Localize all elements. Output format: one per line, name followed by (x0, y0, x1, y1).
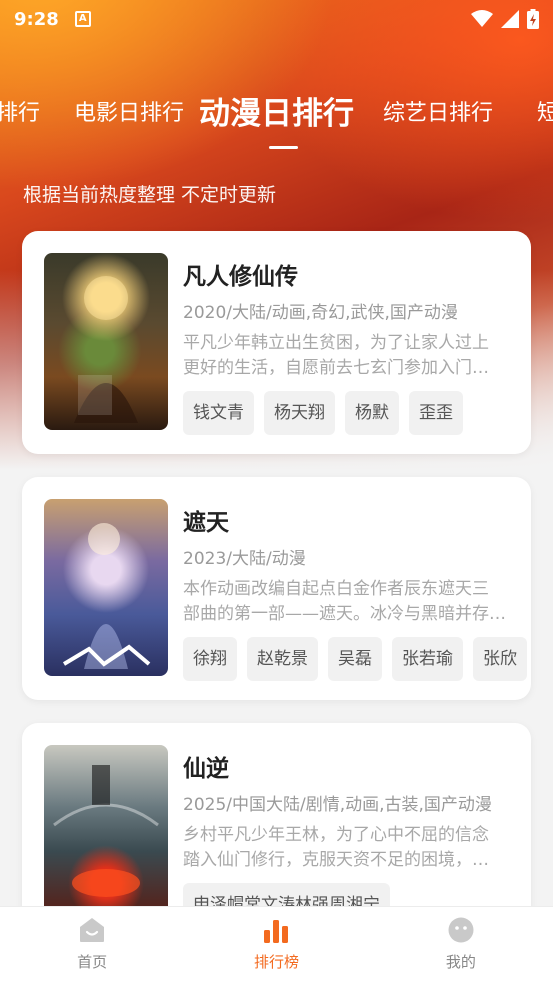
cast-tag[interactable]: 杨默 (345, 391, 399, 435)
poster-art (62, 523, 151, 669)
item-title: 遮天 (183, 510, 229, 536)
description-line: 本作动画改编自起点白金作者辰东遮天三 (183, 579, 489, 599)
cast-tags: 钱文青 杨天翔 杨默 歪歪 (183, 391, 463, 435)
item-meta: 2023/大陆/动漫 (183, 549, 306, 569)
cast-tag[interactable]: 钱文青 (183, 391, 254, 435)
nav-home[interactable]: 首页 (0, 907, 184, 984)
bottom-navigation: 首页 排行榜 我的 (0, 906, 553, 984)
nav-profile[interactable]: 我的 (369, 907, 553, 984)
item-description: 平凡少年韩立出生贫困，为了让家人过上 更好的生活，自愿前去七玄门参加入门… (183, 331, 509, 381)
ranking-subtitle: 根据当前热度整理 不定时更新 (23, 184, 277, 206)
item-meta: 2025/中国大陆/剧情,动画,古装,国产动漫 (183, 795, 492, 815)
cast-tag[interactable]: 杨天翔 (264, 391, 335, 435)
tab-variety-daily[interactable]: 综艺日排行 (383, 92, 493, 136)
poster-image (44, 253, 168, 430)
wifi-icon (471, 10, 493, 27)
ranking-icon (264, 920, 289, 943)
poster-art (53, 765, 159, 897)
signal-icon (501, 10, 519, 28)
description-line: 平凡少年韩立出生贫困，为了让家人过上 (183, 333, 489, 353)
notification-a-icon: A (74, 11, 91, 27)
tab-movie-daily[interactable]: 电影日排行 (74, 92, 184, 136)
cast-tag[interactable]: 张欣 (473, 637, 527, 681)
cast-tag[interactable]: 赵乾景 (247, 637, 318, 681)
item-title: 仙逆 (183, 756, 229, 782)
status-bar: 9:28 A (0, 0, 553, 38)
poster-art (74, 276, 138, 423)
cast-tags: 徐翔 赵乾景 吴磊 张若瑜 张欣 (183, 637, 527, 681)
cast-tag[interactable]: 吴磊 (328, 637, 382, 681)
cast-tag[interactable]: 歪歪 (409, 391, 463, 435)
tab-anime-daily[interactable]: 动漫日排行 (199, 92, 354, 136)
list-item[interactable]: 遮天 2023/大陆/动漫 本作动画改编自起点白金作者辰东遮天三 部曲的第一部—… (22, 477, 531, 700)
item-description: 本作动画改编自起点白金作者辰东遮天三 部曲的第一部——遮天。冰冷与黑暗并存… (183, 577, 509, 627)
nav-home-label: 首页 (77, 953, 108, 971)
cast-tag[interactable]: 徐翔 (183, 637, 237, 681)
item-meta: 2020/大陆/动画,奇幻,武侠,国产动漫 (183, 303, 458, 323)
list-item[interactable]: 凡人修仙传 2020/大陆/动画,奇幻,武侠,国产动漫 平凡少年韩立出生贫困，为… (22, 231, 531, 454)
ranking-tabs: 排行 电影日排行 动漫日排行 综艺日排行 短 (0, 92, 553, 140)
tab-partial-right[interactable]: 短 (537, 92, 553, 136)
description-line: 更好的生活，自愿前去七玄门参加入门… (183, 358, 489, 378)
description-line: 踏入仙门修行，克服天资不足的困境，… (183, 850, 489, 870)
nav-profile-label: 我的 (445, 953, 476, 971)
description-line: 乡村平凡少年王林，为了心中不屈的信念 (183, 825, 489, 845)
poster-image (44, 745, 168, 922)
status-time: 9:28 (14, 8, 59, 30)
home-icon (80, 918, 105, 942)
battery-icon (527, 9, 539, 29)
tab-partial-left[interactable]: 排行 (0, 92, 40, 136)
nav-ranking[interactable]: 排行榜 (184, 907, 368, 984)
profile-icon (448, 917, 474, 943)
poster-image (44, 499, 168, 676)
cast-tag[interactable]: 张若瑜 (392, 637, 463, 681)
description-line: 部曲的第一部——遮天。冰冷与黑暗并存… (183, 604, 506, 624)
active-tab-indicator (269, 146, 298, 149)
item-title: 凡人修仙传 (183, 264, 298, 290)
item-description: 乡村平凡少年王林，为了心中不屈的信念 踏入仙门修行，克服天资不足的困境，… (183, 823, 509, 873)
nav-ranking-label: 排行榜 (253, 953, 299, 971)
